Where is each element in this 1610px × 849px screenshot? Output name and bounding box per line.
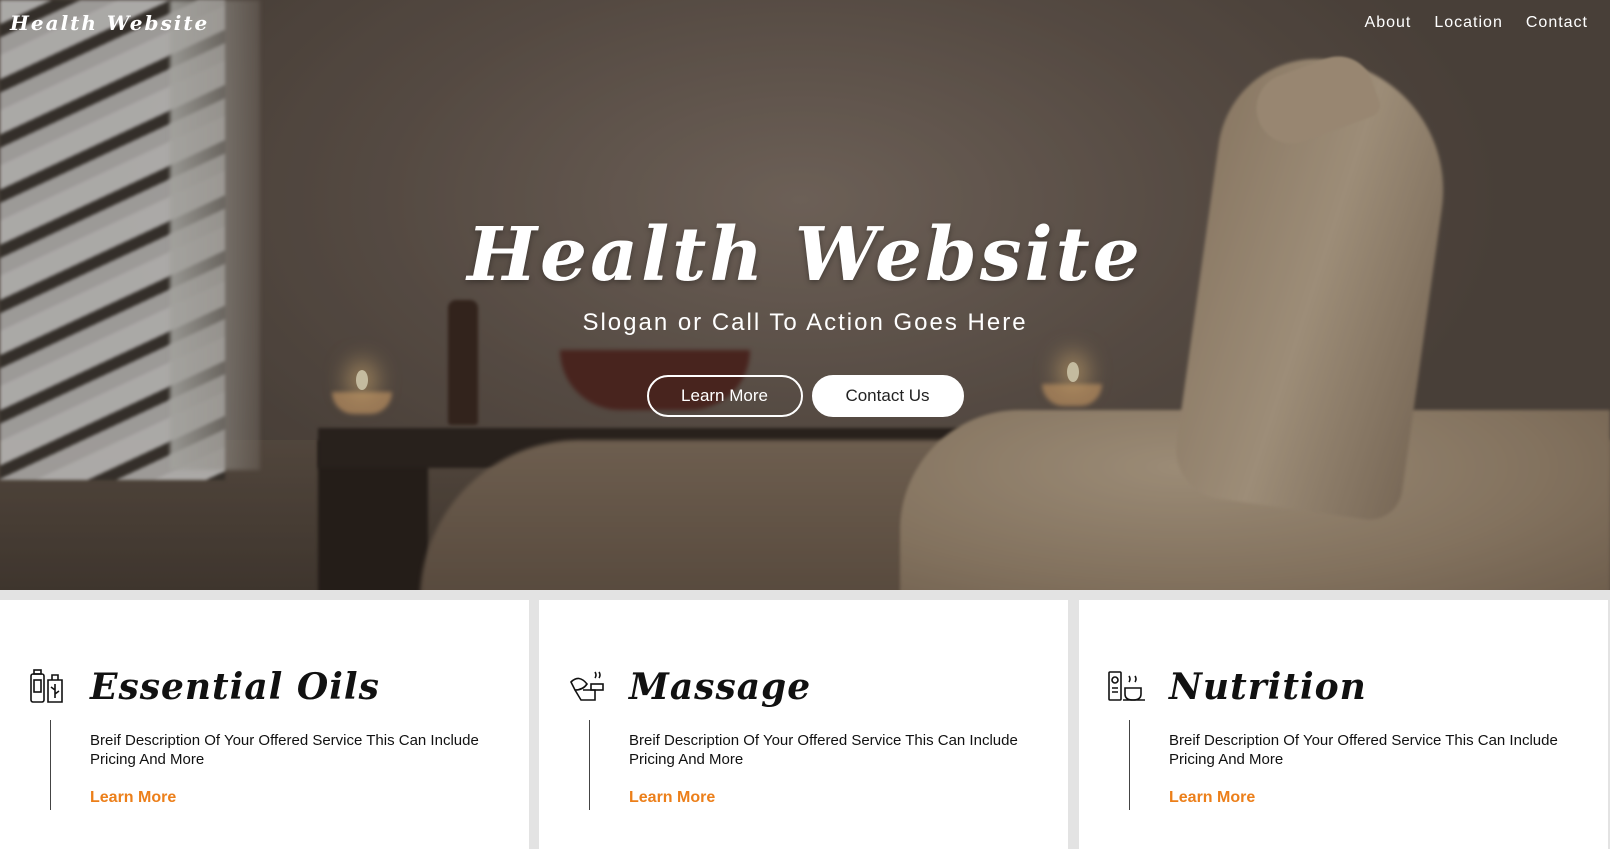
service-title: Nutrition xyxy=(1169,666,1367,708)
service-title: Essential Oils xyxy=(90,666,380,708)
hero-content: Health Website Slogan or Call To Action … xyxy=(0,205,1610,417)
service-description: Breif Description Of Your Offered Servic… xyxy=(1169,732,1558,768)
hero-slogan: Slogan or Call To Action Goes Here xyxy=(582,309,1028,336)
brand-logo[interactable]: Health Website xyxy=(10,11,209,35)
hero-title: Health Website xyxy=(467,212,1143,298)
service-divider xyxy=(50,720,51,810)
service-divider xyxy=(589,720,590,810)
service-card-massage: Massage Breif Description Of Your Offere… xyxy=(539,600,1068,849)
nav-link-location[interactable]: Location xyxy=(1434,14,1503,32)
service-learn-more-link[interactable]: Learn More xyxy=(90,789,176,807)
service-learn-more-link[interactable]: Learn More xyxy=(1169,789,1255,807)
service-divider xyxy=(1129,720,1130,810)
service-description: Breif Description Of Your Offered Servic… xyxy=(629,732,1018,768)
services-section: Essential Oils Breif Description Of Your… xyxy=(0,600,1610,849)
nav-links: About Location Contact xyxy=(1365,14,1588,32)
nav-link-contact[interactable]: Contact xyxy=(1526,14,1588,32)
top-navigation: Health Website About Location Contact xyxy=(0,0,1610,50)
service-card-essential-oils: Essential Oils Breif Description Of Your… xyxy=(0,600,529,849)
hero-buttons: Learn More Contact Us xyxy=(0,375,1610,417)
nav-link-about[interactable]: About xyxy=(1365,14,1412,32)
nutrition-icon xyxy=(1108,671,1145,701)
learn-more-button[interactable]: Learn More xyxy=(646,375,803,417)
service-title: Massage xyxy=(629,666,812,708)
massage-icon xyxy=(570,671,604,701)
hero-section: Health Website About Location Contact He… xyxy=(0,0,1610,590)
service-card-nutrition: Nutrition Breif Description Of Your Offe… xyxy=(1079,600,1608,849)
essential-oils-icon xyxy=(30,669,63,703)
service-description: Breif Description Of Your Offered Servic… xyxy=(90,732,479,768)
service-learn-more-link[interactable]: Learn More xyxy=(629,789,715,807)
contact-us-button[interactable]: Contact Us xyxy=(811,375,964,417)
